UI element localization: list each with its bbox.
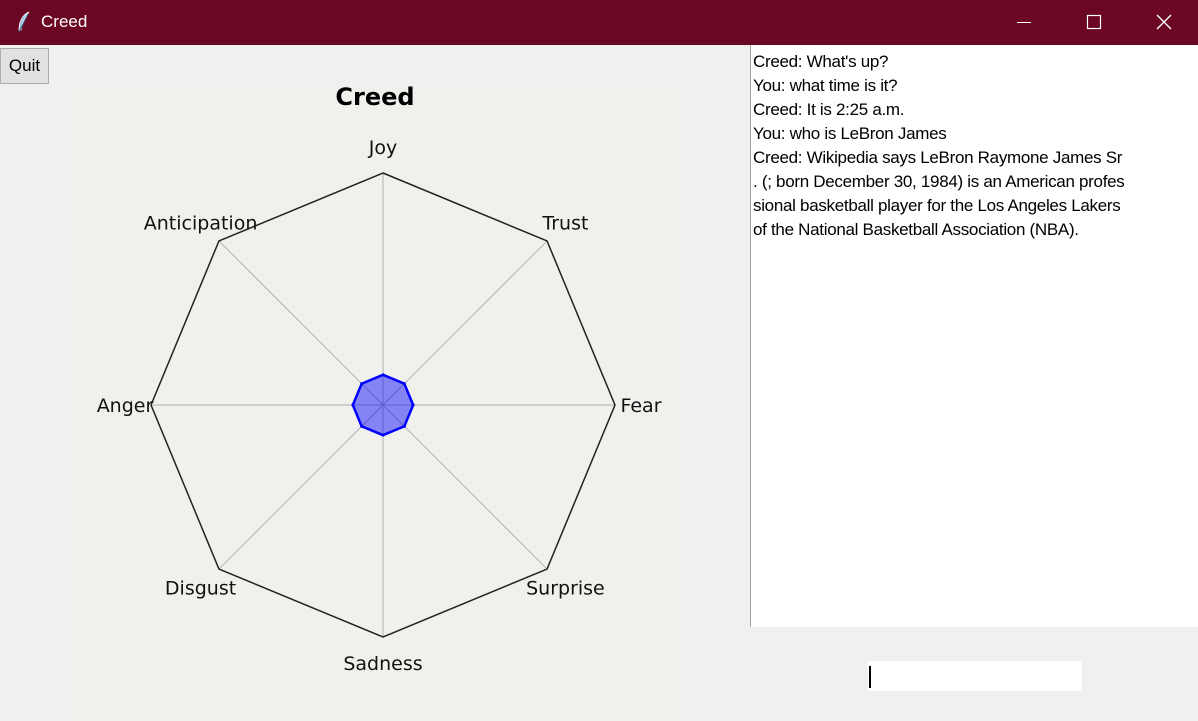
- close-icon: [1156, 14, 1172, 30]
- axis-label: Anger: [97, 395, 154, 417]
- radar-point: [411, 403, 415, 407]
- radar-point: [381, 373, 385, 377]
- close-button[interactable]: [1130, 0, 1198, 45]
- axis-label: Disgust: [165, 577, 236, 599]
- emotion-radar-chart: Creed Joy Trust Fear Surprise Sadness Disgust…: [70, 85, 682, 721]
- radar-point: [351, 403, 355, 407]
- radar-point: [360, 382, 364, 386]
- radar-point: [402, 424, 406, 428]
- radar-point: [402, 382, 406, 386]
- axis-label: Joy: [368, 137, 397, 159]
- chat-line: You: what time is it?: [753, 76, 898, 95]
- chat-line: Creed: It is 2:25 a.m.: [753, 100, 905, 119]
- axis-label: Fear: [620, 395, 661, 417]
- radar-point: [381, 433, 385, 437]
- chat-log[interactable]: Creed: What's up? You: what time is it? Cr…: [750, 45, 1198, 627]
- app-client-area: Quit Creed Joy Trust Fear Surprise Sadness Di…: [0, 45, 1198, 721]
- chat-line: Creed: Wikipedia says LeBron Raymone Jam…: [753, 148, 1123, 167]
- text-cursor: [869, 666, 871, 688]
- chat-line: of the National Basketball Association (…: [753, 220, 1079, 239]
- chat-line: You: who is LeBron James: [753, 124, 947, 143]
- window-title: Creed: [41, 12, 88, 31]
- axis-label: Trust: [541, 213, 588, 235]
- minimize-icon: [1017, 22, 1031, 23]
- quit-button[interactable]: Quit: [0, 48, 49, 84]
- title-bar: Creed: [0, 0, 1198, 45]
- maximize-icon: [1086, 14, 1102, 30]
- radar-point: [360, 424, 364, 428]
- message-input[interactable]: [868, 661, 1082, 691]
- chat-line: Creed: What's up?: [753, 52, 889, 71]
- minimize-button[interactable]: [990, 0, 1058, 45]
- maximize-button[interactable]: [1060, 0, 1128, 45]
- feather-icon: [18, 11, 30, 33]
- axis-label: Surprise: [526, 577, 605, 599]
- chat-line: sional basketball player for the Los Ang…: [753, 196, 1121, 215]
- chart-title: Creed: [335, 85, 414, 111]
- chat-line: . (; born December 30, 1984) is an Ameri…: [753, 172, 1125, 191]
- axis-label: Sadness: [343, 653, 422, 675]
- axis-label: Anticipation: [144, 213, 258, 235]
